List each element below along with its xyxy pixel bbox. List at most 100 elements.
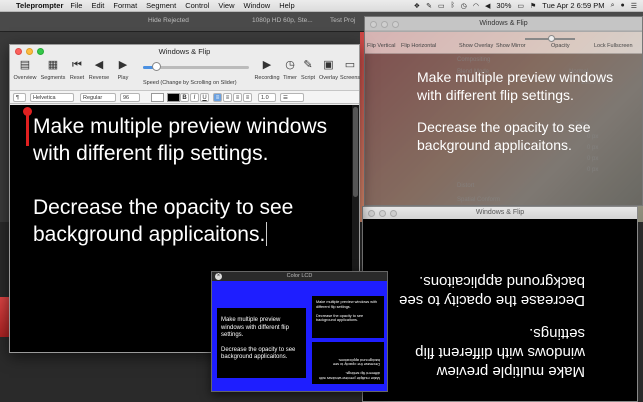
prompt-paragraph-2: Decrease the opacity to see background a… — [417, 119, 591, 153]
battery-icon[interactable]: ▭ — [517, 2, 524, 10]
menu-format[interactable]: Format — [113, 1, 137, 10]
reset-icon: ⏮ — [72, 59, 82, 71]
script-button[interactable]: ✎ Script — [299, 59, 317, 81]
airplay-icon[interactable]: ▭ — [438, 2, 445, 10]
bold-button[interactable]: B — [180, 93, 189, 102]
timer-button[interactable]: ◷ Timer — [282, 59, 298, 81]
menubar-clock[interactable]: Tue Apr 2 6:59 PM — [542, 1, 604, 10]
font-family-select[interactable]: Helvetica — [30, 93, 74, 102]
align-right-icon[interactable]: ≡ — [233, 93, 242, 102]
line-spacing-select[interactable]: 1.0 — [258, 93, 276, 102]
prompt-script-text[interactable]: Make multiple preview windows with diffe… — [33, 113, 333, 275]
paragraph-style-select[interactable]: ¶ — [13, 93, 26, 102]
lcd-paragraph-1: Make multiple preview windows with diffe… — [221, 317, 289, 338]
minimize-button[interactable] — [381, 21, 388, 28]
battery-percent[interactable]: 30% — [496, 1, 511, 10]
prompt-paragraph-2: Decrease the opacity to see background a… — [399, 273, 585, 309]
text-color-swatch[interactable] — [151, 93, 164, 102]
minimize-button[interactable] — [26, 48, 33, 55]
italic-button[interactable]: I — [190, 93, 199, 102]
overlay-button[interactable]: ▣ Overlay — [318, 59, 339, 81]
background-color-swatch[interactable] — [167, 93, 180, 102]
lcd-mirror-paragraph-1: Make multiple preview windows with diffe… — [319, 371, 380, 380]
speed-label: Speed (Change by Scrolling on Slider) — [143, 80, 237, 86]
window-titlebar[interactable]: Windows & Flip — [365, 17, 642, 30]
lcd-mirrored-content: Make multiple preview windows with diffe… — [312, 342, 384, 384]
clock-icon[interactable]: ◷ — [461, 2, 467, 10]
window-titlebar[interactable]: Windows & Flip — [363, 207, 637, 219]
close-icon[interactable]: × — [215, 273, 222, 280]
recording-button[interactable]: ▶ Recording — [254, 59, 280, 81]
opacity-slider-knob[interactable] — [548, 35, 555, 42]
menu-edit[interactable]: Edit — [91, 1, 104, 10]
list-style-select[interactable]: ☰ — [280, 93, 304, 102]
show-mirror-button[interactable]: Show Mirror — [496, 43, 526, 49]
minimize-button[interactable] — [379, 210, 386, 217]
screens-icon: ▭ — [344, 59, 356, 71]
menu-control[interactable]: Control — [185, 1, 209, 10]
reset-button[interactable]: ⏮ Reset — [68, 59, 86, 81]
scrollbar-thumb[interactable] — [353, 107, 358, 197]
show-overlay-button[interactable]: Show Overlay — [459, 43, 493, 49]
menu-help[interactable]: Help — [279, 1, 294, 10]
overview-icon: ▤ — [19, 59, 31, 71]
reverse-button[interactable]: ◀ Reverse — [87, 59, 111, 81]
hide-rejected-menu[interactable]: Hide Rejected — [148, 17, 189, 24]
prompt-paragraph-1: Make multiple preview windows with diffe… — [33, 115, 328, 165]
flip-window-mirrored: Windows & Flip Make multiple preview win… — [362, 206, 638, 402]
notification-center-icon[interactable]: ☰ — [631, 2, 637, 10]
window-title: Color LCD — [286, 273, 313, 279]
reading-marker-icon[interactable] — [23, 107, 32, 116]
play-label: Play — [117, 75, 129, 81]
screens-button[interactable]: ▭ Screens — [340, 59, 360, 81]
window-controls — [370, 21, 399, 28]
font-style-select[interactable]: Regular — [80, 93, 116, 102]
window-titlebar[interactable]: Windows & Flip — [10, 45, 359, 58]
menu-file[interactable]: File — [70, 1, 82, 10]
mirrored-prompt: Make multiple preview windows with diffe… — [363, 219, 637, 401]
volume-icon[interactable]: ◀ — [485, 2, 490, 10]
underline-button[interactable]: U — [200, 93, 209, 102]
color-lcd-window: × Color LCD Make multiple preview window… — [211, 271, 388, 392]
bluetooth-icon[interactable]: ᛒ — [451, 2, 455, 9]
overview-button[interactable]: ▤ Overview — [13, 59, 37, 81]
play-icon: ▶ — [118, 59, 128, 71]
reset-label: Reset — [69, 75, 85, 81]
script-icon: ✎ — [303, 59, 313, 71]
menu-app-name[interactable]: Teleprompter — [16, 1, 63, 10]
zoom-button[interactable] — [37, 48, 44, 55]
flip-vertical-button[interactable]: Flip Vertical — [367, 43, 395, 49]
zoom-button[interactable] — [392, 21, 399, 28]
flip-toolbar: Flip Vertical Flip Horizontal Show Overl… — [365, 30, 642, 54]
flip-horizontal-button[interactable]: Flip Horizontal — [401, 43, 436, 49]
align-center-icon[interactable]: ≡ — [223, 93, 232, 102]
close-button[interactable] — [15, 48, 22, 55]
segments-button[interactable]: ▦ Segments — [40, 59, 66, 81]
window-titlebar[interactable]: × Color LCD — [212, 272, 387, 281]
close-button[interactable] — [370, 21, 377, 28]
align-left-icon[interactable]: ≡ — [213, 93, 222, 102]
timer-label: Timer — [283, 75, 297, 81]
window-title: Windows & Flip — [475, 209, 525, 216]
speed-slider-knob[interactable] — [152, 62, 161, 71]
font-size-field[interactable]: 96 — [120, 93, 140, 102]
flag-icon[interactable]: ⚑ — [530, 2, 536, 10]
wifi-icon[interactable]: ◠ — [473, 2, 479, 10]
overview-label: Overview — [13, 75, 37, 81]
recording-label: Recording — [254, 75, 280, 81]
reverse-label: Reverse — [88, 75, 110, 81]
lcd-translucent-preview: Make multiple preview windows with diffe… — [312, 296, 384, 338]
zoom-button[interactable] — [390, 210, 397, 217]
close-button[interactable] — [368, 210, 375, 217]
menu-window[interactable]: Window — [244, 1, 271, 10]
align-justify-icon[interactable]: ≡ — [243, 93, 252, 102]
search-icon[interactable]: ⌕ — [611, 2, 615, 10]
script-icon[interactable]: ✎ — [426, 2, 432, 10]
siri-icon[interactable]: ● — [620, 2, 624, 9]
play-button[interactable]: ▶ Play — [115, 59, 131, 81]
menu-segment[interactable]: Segment — [146, 1, 176, 10]
lock-fullscreen-button[interactable]: Lock Fullscreen — [594, 43, 633, 49]
menu-view[interactable]: View — [218, 1, 234, 10]
text-cursor — [266, 222, 268, 246]
dropbox-icon[interactable]: ❖ — [414, 2, 420, 10]
